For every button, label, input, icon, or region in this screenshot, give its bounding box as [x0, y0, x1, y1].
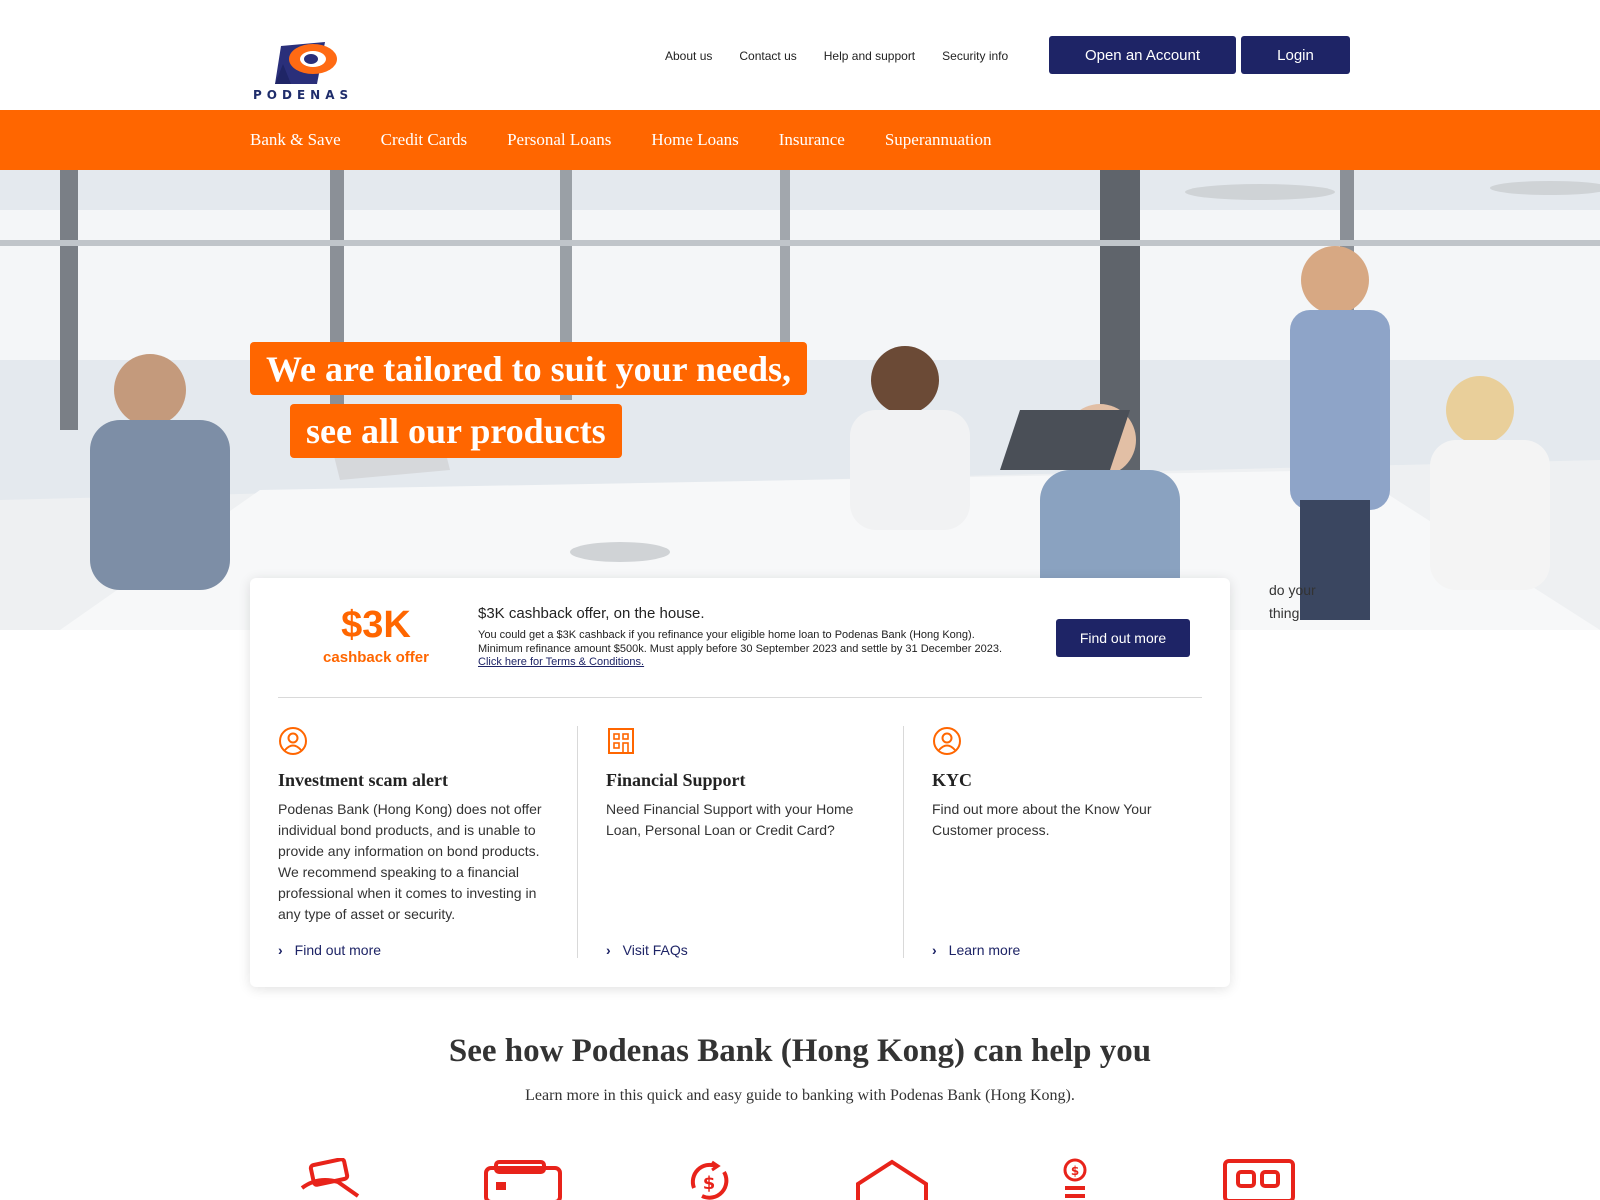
chevron-right-icon: ›	[278, 942, 283, 958]
login-button[interactable]: Login	[1241, 36, 1350, 74]
nav-item-insurance[interactable]: Insurance	[779, 130, 845, 150]
podenas-logo[interactable]: PODENAS	[253, 38, 365, 104]
info-column-kyc: KYC Find out more about the Know Your Cu…	[903, 726, 1201, 958]
security-info-link[interactable]: Security info	[942, 49, 1008, 63]
column-link-label: Visit FAQs	[622, 942, 688, 958]
column-text: Find out more about the Know Your Custom…	[932, 801, 1152, 838]
open-account-button[interactable]: Open an Account	[1049, 36, 1236, 74]
hero-headline-line2[interactable]: see all our products	[290, 404, 622, 458]
column-title: Financial Support	[606, 770, 746, 790]
offer-card: $3K cashback offer $3K cashback offer, o…	[250, 578, 1230, 987]
hero-headline-line1[interactable]: We are tailored to suit your needs,	[250, 342, 807, 395]
kyc-learn-more-link[interactable]: › Learn more	[932, 942, 1020, 958]
svg-text:$: $	[1071, 1164, 1079, 1178]
column-title: KYC	[932, 770, 972, 790]
nav-item-credit-cards[interactable]: Credit Cards	[381, 130, 467, 150]
column-text: Need Financial Support with your Home Lo…	[606, 801, 854, 838]
about-us-link[interactable]: About us	[665, 49, 712, 63]
find-out-more-button[interactable]: Find out more	[1056, 619, 1190, 657]
nav-item-bank-save[interactable]: Bank & Save	[250, 130, 341, 150]
nav-item-personal-loans[interactable]: Personal Loans	[507, 130, 611, 150]
help-section-subtitle: Learn more in this quick and easy guide …	[525, 1087, 1075, 1104]
hero-banner: We are tailored to suit your needs, see …	[0, 170, 1600, 630]
hand-card-icon[interactable]	[298, 1158, 378, 1200]
terms-conditions-link[interactable]: Click here for Terms & Conditions.	[478, 656, 644, 668]
offer-amount-caption: cashback offer	[323, 649, 429, 666]
nav-item-home-loans[interactable]: Home Loans	[651, 130, 738, 150]
office-meeting-photo	[0, 170, 1600, 630]
chevron-right-icon: ›	[932, 942, 937, 958]
chevron-right-icon: ›	[606, 942, 611, 958]
column-title: Investment scam alert	[278, 770, 448, 790]
help-section-title: See how Podenas Bank (Hong Kong) can hel…	[448, 1033, 1152, 1069]
logo-wordmark: PODENAS	[253, 88, 354, 102]
user-circle-icon	[933, 727, 961, 755]
scam-find-out-more-link[interactable]: › Find out more	[278, 942, 381, 958]
help-icon-row: $ $	[0, 1158, 1600, 1200]
coin-stack-icon[interactable]: $	[1060, 1158, 1090, 1200]
svg-text:$: $	[703, 1173, 716, 1194]
main-nav: Bank & Save Credit Cards Personal Loans …	[0, 110, 1600, 170]
home-icon[interactable]	[854, 1158, 930, 1200]
column-link-label: Find out more	[294, 942, 382, 958]
contact-us-link[interactable]: Contact us	[739, 49, 796, 63]
offer-title: $3K cashback offer, on the house.	[478, 605, 705, 622]
logo-mark-icon	[275, 42, 337, 84]
visit-faqs-link[interactable]: › Visit FAQs	[606, 942, 688, 958]
help-support-link[interactable]: Help and support	[824, 49, 915, 63]
card-divider	[278, 697, 1202, 698]
utility-nav: About us Contact us Help and support Sec…	[665, 49, 1008, 63]
offer-body: You could get a $3K cashback if you refi…	[478, 629, 1003, 655]
info-column-scam-alert: Investment scam alert Podenas Bank (Hong…	[278, 726, 548, 958]
building-icon	[608, 728, 634, 754]
column-link-label: Learn more	[948, 942, 1021, 958]
column-text: Podenas Bank (Hong Kong) does not offer …	[278, 801, 542, 922]
info-column-financial-support: Financial Support Need Financial Support…	[577, 726, 875, 958]
atm-icon[interactable]	[1222, 1158, 1296, 1200]
top-header: PODENAS About us Contact us Help and sup…	[0, 0, 1600, 110]
broken-image-alt: do your thing	[1269, 582, 1316, 621]
offer-amount: $3K	[341, 604, 411, 646]
money-cycle-icon[interactable]: $	[686, 1158, 732, 1200]
user-circle-icon	[279, 727, 307, 755]
nav-item-superannuation[interactable]: Superannuation	[885, 130, 992, 150]
wallet-icon[interactable]	[482, 1158, 567, 1200]
